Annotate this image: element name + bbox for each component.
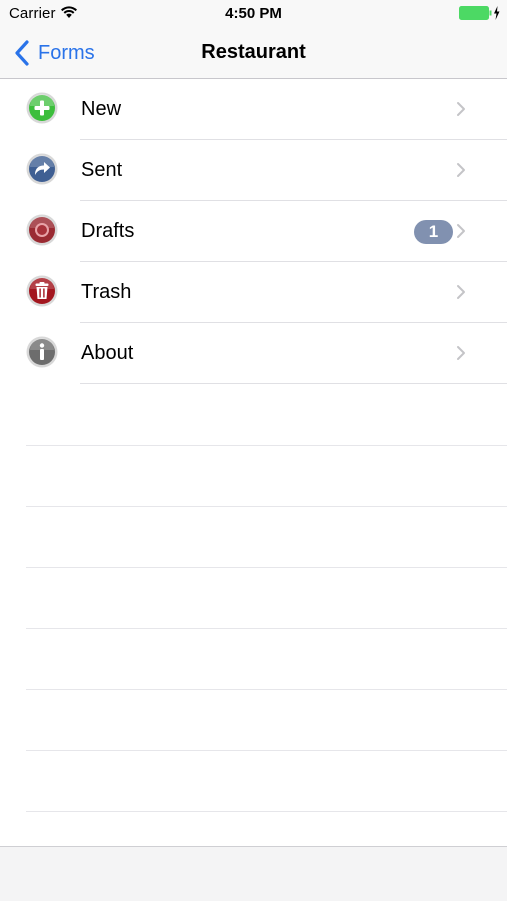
chevron-right-icon (457, 102, 465, 116)
menu-item-new[interactable]: New (0, 79, 507, 140)
chevron-right-icon (457, 163, 465, 177)
count-badge: 1 (414, 220, 453, 244)
chevron-right-icon (457, 285, 465, 299)
chevron-right-icon (457, 346, 465, 360)
add-icon (26, 92, 58, 124)
chevron-right-icon (457, 224, 465, 238)
menu-table: New Sent Drafts 1 Trash About (0, 79, 507, 384)
menu-item-sent[interactable]: Sent (0, 140, 507, 201)
menu-item-about[interactable]: About (0, 323, 507, 384)
sent-arrow-icon (26, 153, 58, 185)
empty-row-separator (26, 445, 507, 446)
menu-item-label: Drafts (81, 220, 135, 242)
menu-item-drafts[interactable]: Drafts 1 (0, 201, 507, 262)
page-title: Restaurant (201, 41, 306, 63)
row-separator (80, 383, 507, 384)
menu-item-label: Sent (81, 159, 123, 181)
drafts-record-icon (26, 214, 58, 246)
empty-row-separator (26, 811, 507, 812)
menu-item-trash[interactable]: Trash (0, 262, 507, 323)
bottom-toolbar (0, 846, 507, 901)
navigation-bar: Forms Restaurant (0, 28, 507, 79)
trash-icon (26, 275, 58, 307)
status-time: 4:50 PM (225, 5, 282, 22)
status-bar: Carrier 4:50 PM (0, 0, 507, 28)
menu-item-label: New (81, 98, 122, 120)
empty-row-separator (26, 689, 507, 690)
menu-item-label: Trash (81, 281, 132, 303)
empty-row-separator (26, 628, 507, 629)
info-icon (26, 336, 58, 368)
empty-row-separator (26, 567, 507, 568)
empty-row-separator (26, 750, 507, 751)
menu-item-label: About (81, 342, 134, 364)
empty-row-separator (26, 506, 507, 507)
battery-charging-icon (459, 6, 500, 20)
